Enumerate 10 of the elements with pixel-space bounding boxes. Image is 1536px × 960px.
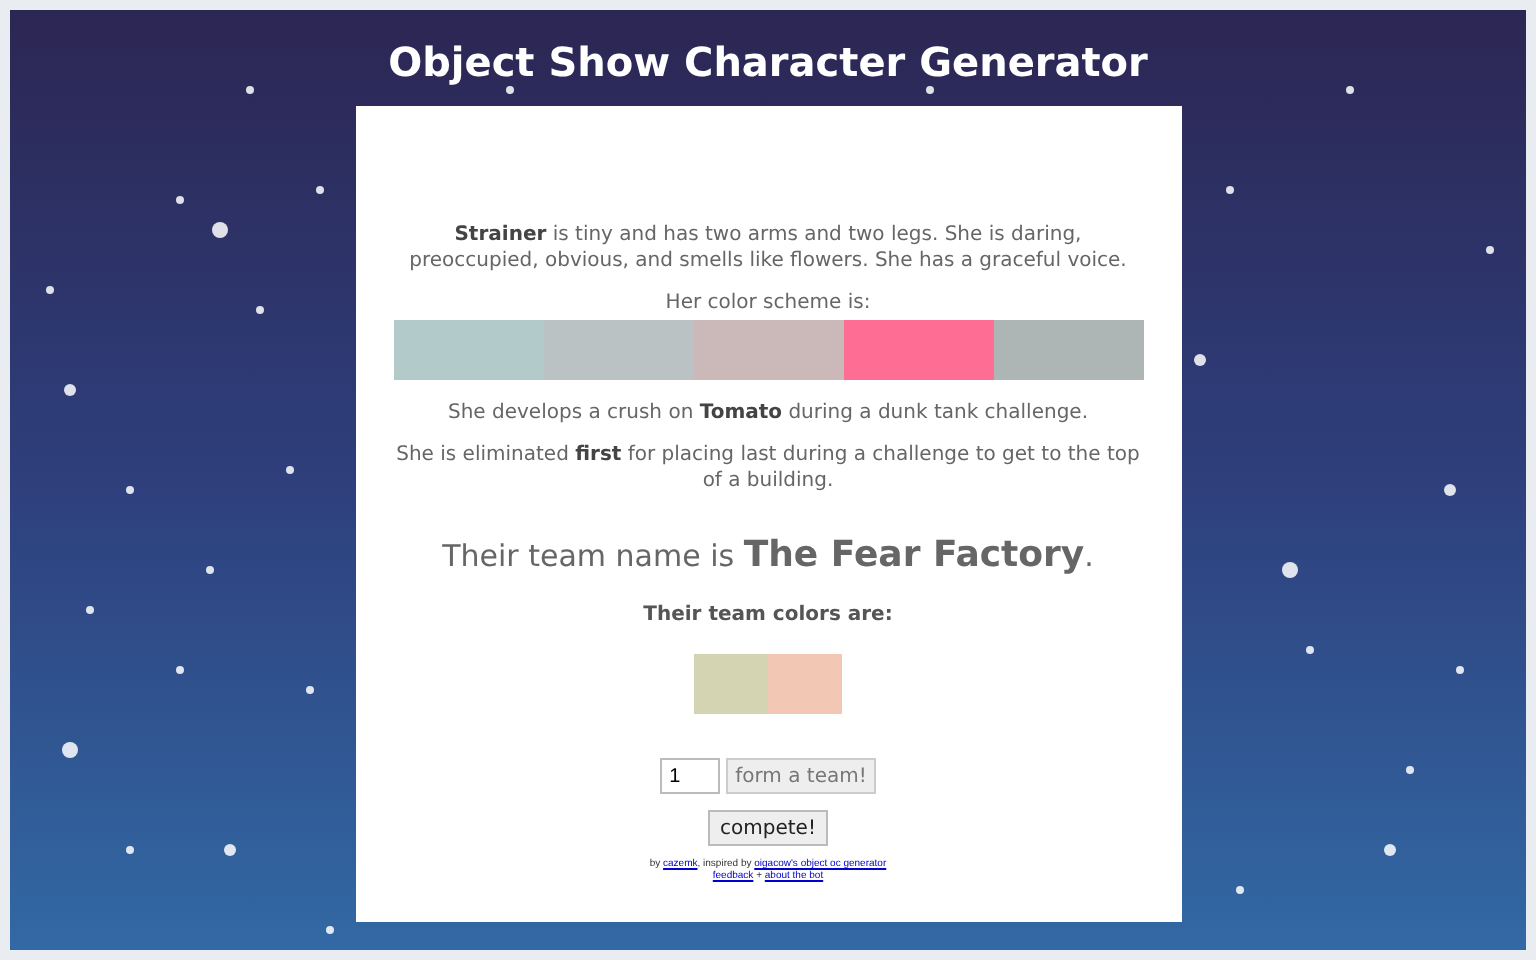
elimination-text: She is eliminated first for placing last during a challenge to get to the top of a building. bbox=[394, 442, 1142, 494]
compete-button[interactable]: compete! bbox=[708, 810, 828, 846]
color-scheme-label: Her color scheme is: bbox=[665, 290, 871, 316]
crush-text: She develops a crush on Tomato during a dunk tank challenge. bbox=[448, 400, 1088, 426]
team-colors-label: Their team colors are: bbox=[643, 604, 893, 626]
page-title: Object Show Character Generator bbox=[388, 38, 1148, 86]
team-count-field[interactable]: 1 bbox=[659, 758, 720, 794]
character-description: Strainer is tiny and has two arms and two legs. She is daring, preoccupied, obvious, and smells like flowers. She has a graceful voice. bbox=[407, 222, 1129, 274]
form-team-button[interactable]: form a team! bbox=[725, 758, 877, 794]
team-name-text: Their team name is The Fear Factory. bbox=[442, 534, 1094, 576]
